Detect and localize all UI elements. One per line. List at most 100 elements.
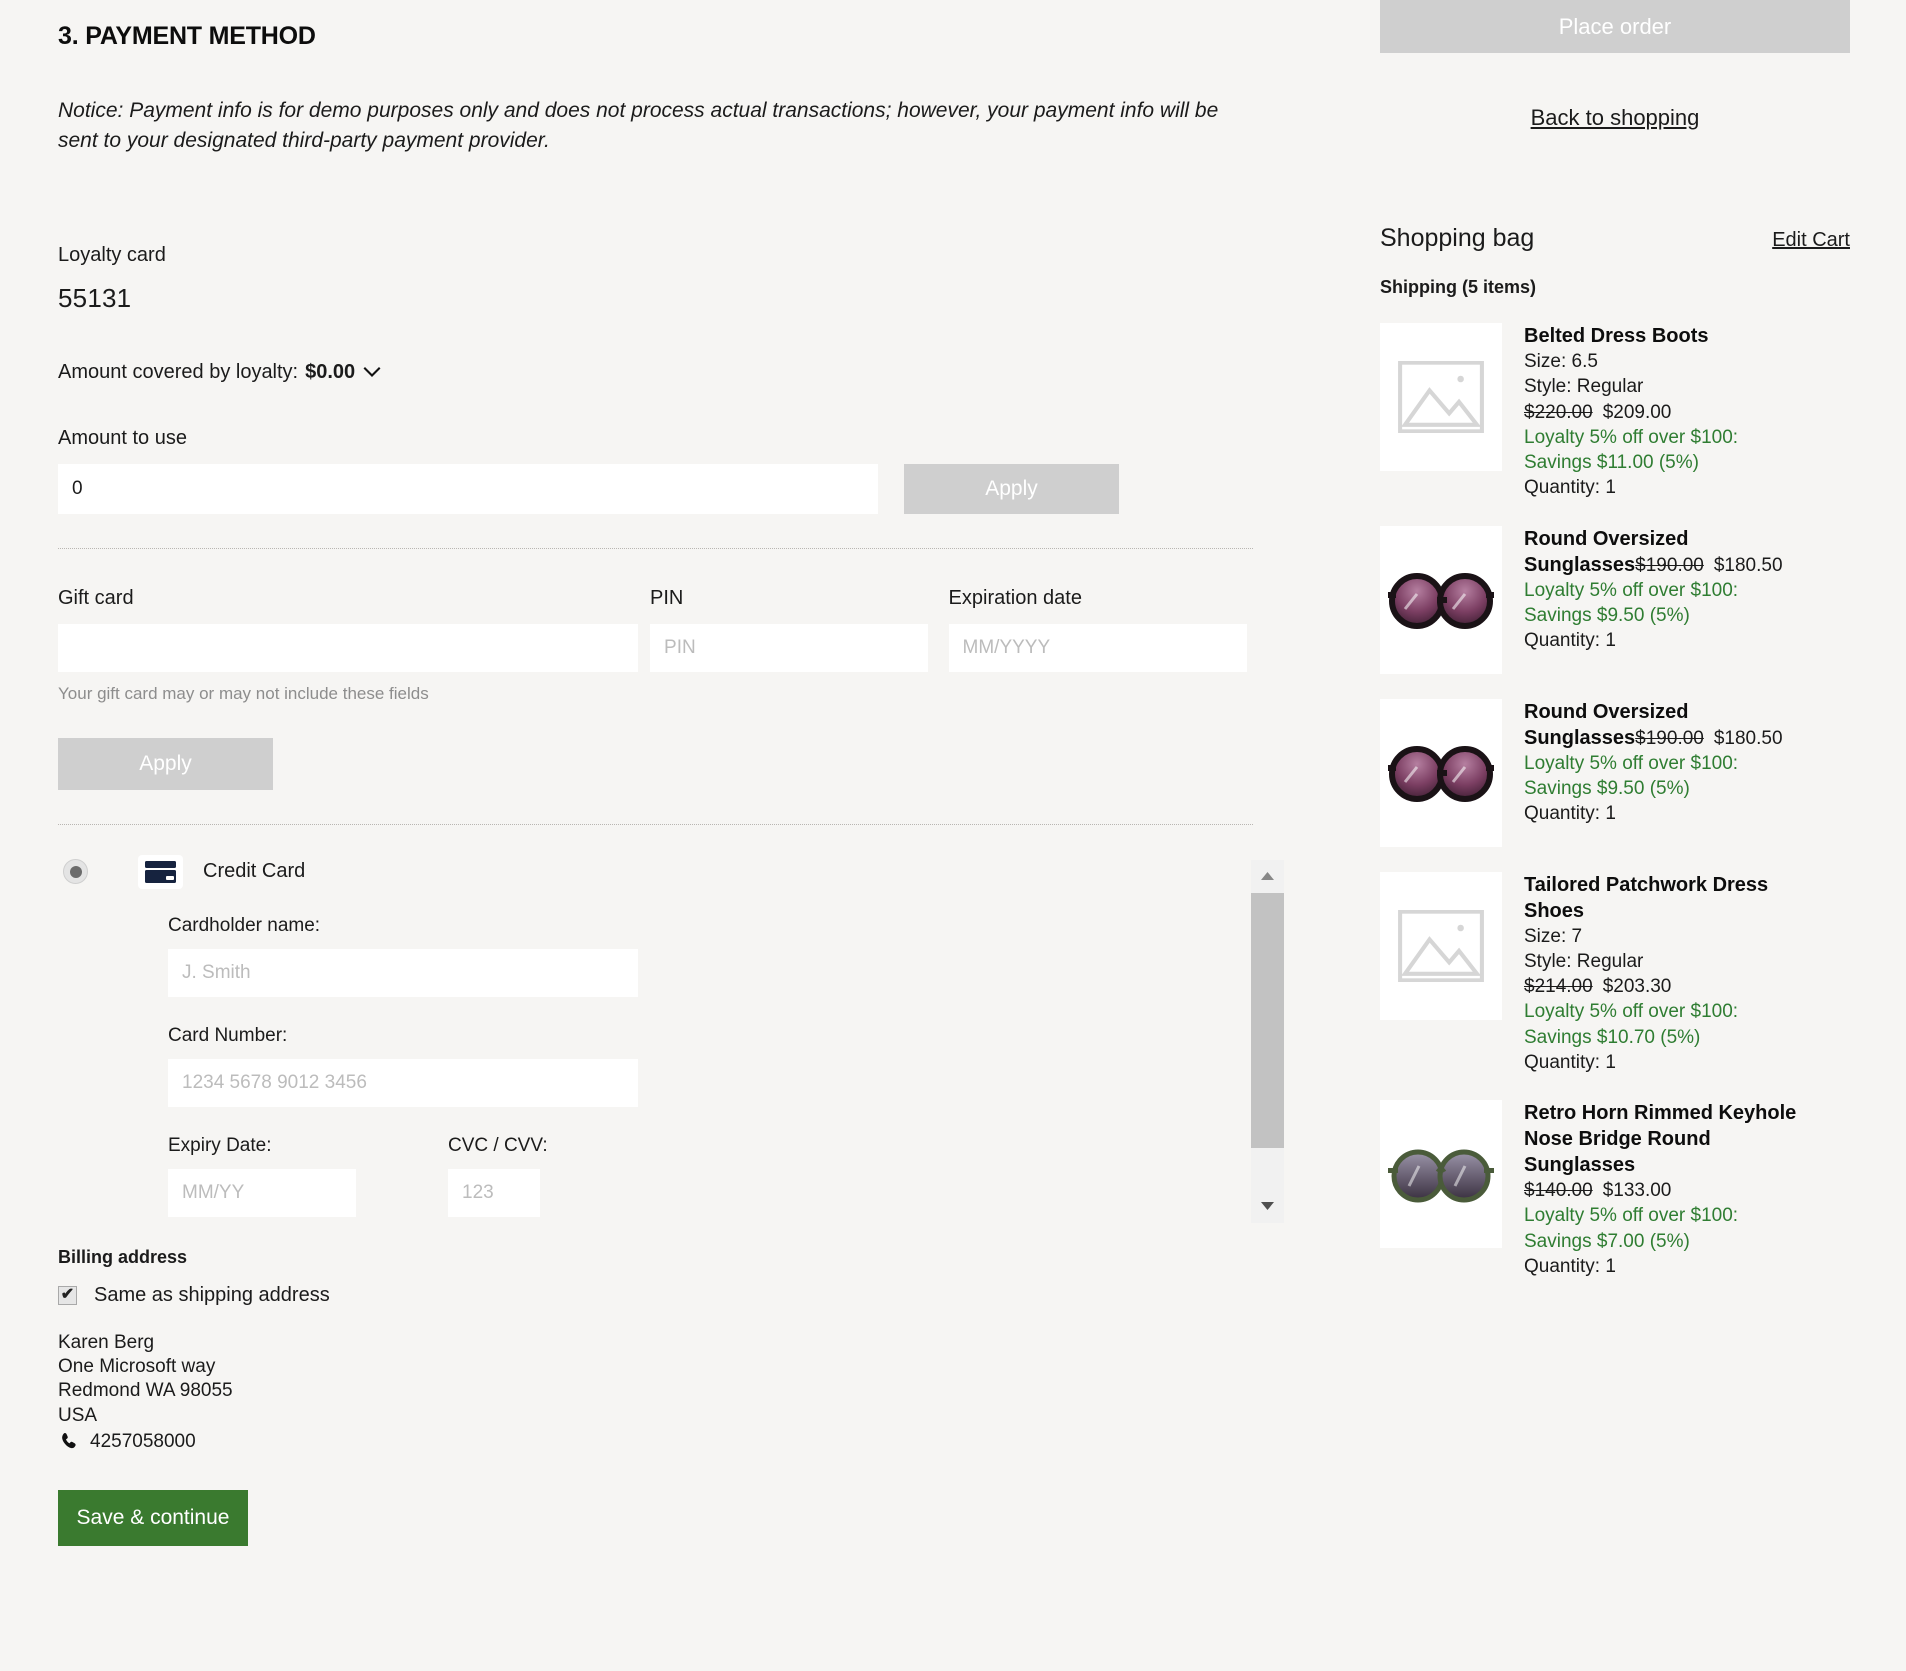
cart-item-savings: Savings $10.70 (5%) bbox=[1524, 1025, 1824, 1050]
cart-item-quantity: Quantity: 1 bbox=[1524, 801, 1824, 826]
back-to-shopping-link[interactable]: Back to shopping bbox=[1380, 105, 1850, 131]
scrollbar-thumb[interactable] bbox=[1251, 893, 1284, 1148]
cart-item-savings: Savings $9.50 (5%) bbox=[1524, 603, 1824, 628]
cart-item-details: Round Oversized Sunglasses$190.00$180.50… bbox=[1524, 699, 1824, 847]
cart-item: Tailored Patchwork Dress ShoesSize: 7Sty… bbox=[1380, 872, 1850, 1076]
credit-card-form: Cardholder name: Card Number: Expiry Dat… bbox=[168, 915, 1253, 1217]
pin-input[interactable] bbox=[650, 624, 928, 672]
cvc-input[interactable] bbox=[448, 1169, 540, 1217]
loyalty-card-label: Loyalty card bbox=[58, 244, 1252, 267]
gift-card-column: Gift card Your gift card may or may not … bbox=[58, 587, 650, 704]
cart-item-attributes: Size: 6.5Style: Regular $220.00 $209.00Loy… bbox=[1524, 349, 1824, 501]
apply-gift-card-button[interactable]: Apply bbox=[58, 738, 273, 790]
order-summary-sidebar: Place order Back to shopping Shopping ba… bbox=[1380, 0, 1850, 1279]
cardholder-name-label: Cardholder name: bbox=[168, 915, 1253, 937]
cart-item-size: Size: 6.5 bbox=[1524, 349, 1824, 374]
credit-card-icon bbox=[138, 855, 183, 889]
cvc-column: CVC / CVV: bbox=[448, 1135, 648, 1217]
shopping-bag-header: Shopping bag Edit Cart bbox=[1380, 224, 1850, 253]
billing-phone-row: 4257058000 bbox=[58, 1430, 1252, 1454]
cart-item-name: Tailored Patchwork Dress Shoes bbox=[1524, 874, 1768, 922]
cart-item-quantity: Quantity: 1 bbox=[1524, 1050, 1824, 1075]
cart-item-price-row: $214.00$203.30 bbox=[1524, 974, 1824, 999]
divider-loyalty-giftcard bbox=[58, 548, 1253, 549]
expiration-date-label: Expiration date bbox=[949, 587, 1252, 610]
shopping-bag-title: Shopping bag bbox=[1380, 224, 1534, 253]
card-number-input[interactable] bbox=[168, 1059, 638, 1107]
card-number-label: Card Number: bbox=[168, 1025, 1253, 1047]
pin-label: PIN bbox=[650, 587, 949, 610]
loyalty-card-number: 55131 bbox=[58, 283, 1252, 314]
cart-item: Round Oversized Sunglasses$190.00$180.50… bbox=[1380, 526, 1850, 674]
cart-item-loyalty-offer: Loyalty 5% off over $100: bbox=[1524, 751, 1824, 776]
cart-item-price-old: $190.00$180.50 bbox=[1635, 555, 1782, 576]
radio-dot-icon bbox=[70, 866, 82, 878]
chevron-down-icon[interactable] bbox=[362, 362, 382, 382]
cart-item-loyalty-offer: Loyalty 5% off over $100: bbox=[1524, 999, 1824, 1024]
cart-item-price-old: $190.00$180.50 bbox=[1635, 728, 1782, 749]
divider-giftcard-payment bbox=[58, 824, 1253, 825]
scroll-up-arrow-icon[interactable] bbox=[1251, 860, 1284, 893]
check-icon: ✔ bbox=[61, 1287, 74, 1303]
cart-item-attributes: $140.00$133.00Loyalty 5% off over $100:S… bbox=[1524, 1178, 1824, 1279]
cart-item-details: Tailored Patchwork Dress ShoesSize: 7Sty… bbox=[1524, 872, 1824, 1076]
same-as-shipping-checkbox[interactable]: ✔ bbox=[58, 1286, 77, 1305]
expiry-date-label: Expiry Date: bbox=[168, 1135, 448, 1157]
sunglasses-icon bbox=[1387, 564, 1495, 636]
cart-item-price-new: $180.50 bbox=[1714, 728, 1783, 749]
apply-loyalty-button[interactable]: Apply bbox=[904, 464, 1119, 514]
cvc-label: CVC / CVV: bbox=[448, 1135, 648, 1157]
cart-item-thumbnail bbox=[1380, 323, 1502, 471]
billing-country: USA bbox=[58, 1404, 1252, 1428]
cart-item-attributes: Size: 7Style: Regular$214.00$203.30Loyal… bbox=[1524, 924, 1824, 1076]
loyalty-covered-row[interactable]: Amount covered by loyalty: $0.00 bbox=[58, 361, 1252, 384]
cart-item-details: Round Oversized Sunglasses$190.00$180.50… bbox=[1524, 526, 1824, 674]
place-order-button[interactable]: Place order bbox=[1380, 0, 1850, 53]
cart-item-price-new: $209.00 bbox=[1603, 402, 1672, 423]
billing-address-heading: Billing address bbox=[58, 1247, 1252, 1268]
gift-card-block: Gift card Your gift card may or may not … bbox=[58, 587, 1252, 704]
payment-panel-scrollbar[interactable] bbox=[1251, 860, 1284, 1223]
expiration-column: Expiration date bbox=[949, 587, 1252, 704]
cart-item-savings: Savings $7.00 (5%) bbox=[1524, 1229, 1824, 1254]
billing-name: Karen Berg bbox=[58, 1331, 1252, 1355]
amount-to-use-row: Apply bbox=[58, 450, 1252, 514]
image-placeholder-icon bbox=[1387, 361, 1495, 433]
cart-item-price-old: $220.00 bbox=[1524, 402, 1593, 423]
cart-item-thumbnail bbox=[1380, 526, 1502, 674]
amount-to-use-input[interactable] bbox=[58, 464, 878, 514]
cart-item-name: Retro Horn Rimmed Keyhole Nose Bridge Ro… bbox=[1524, 1102, 1796, 1176]
loyalty-card-block: Loyalty card 55131 Amount covered by loy… bbox=[58, 244, 1252, 514]
expiry-column: Expiry Date: bbox=[168, 1135, 448, 1217]
cardholder-name-input[interactable] bbox=[168, 949, 638, 997]
scroll-down-arrow-icon[interactable] bbox=[1251, 1190, 1284, 1223]
save-and-continue-button[interactable]: Save & continue bbox=[58, 1490, 248, 1546]
sunglasses-icon bbox=[1387, 1138, 1495, 1210]
same-as-shipping-label: Same as shipping address bbox=[94, 1284, 330, 1307]
phone-icon bbox=[58, 1432, 78, 1452]
cart-item-price-old: $214.00 bbox=[1524, 976, 1593, 997]
checkout-page: 3. PAYMENT METHOD Notice: Payment info i… bbox=[0, 0, 1906, 1671]
credit-card-option-label: Credit Card bbox=[203, 860, 305, 883]
payment-notice: Notice: Payment info is for demo purpose… bbox=[58, 96, 1248, 156]
credit-card-option-row[interactable]: Credit Card bbox=[58, 855, 1253, 889]
expiration-date-input[interactable] bbox=[949, 624, 1247, 672]
page-title: 3. PAYMENT METHOD bbox=[58, 22, 1252, 51]
billing-city-state-zip: Redmond WA 98055 bbox=[58, 1379, 1252, 1403]
credit-card-radio[interactable] bbox=[63, 859, 88, 884]
same-as-shipping-row[interactable]: ✔ Same as shipping address bbox=[58, 1284, 1252, 1307]
cart-item-loyalty-offer: Loyalty 5% off over $100: bbox=[1524, 425, 1824, 450]
amount-to-use-label: Amount to use bbox=[58, 427, 1252, 450]
cart-item-price-old: $140.00 bbox=[1524, 1180, 1593, 1201]
cart-item-attributes: Loyalty 5% off over $100:Savings $9.50 (… bbox=[1524, 751, 1824, 827]
cart-item-style: Style: Regular bbox=[1524, 374, 1824, 399]
cart-item-quantity: Quantity: 1 bbox=[1524, 1254, 1824, 1279]
gift-card-input[interactable] bbox=[58, 624, 638, 672]
cart-item-name: Belted Dress Boots bbox=[1524, 325, 1709, 347]
edit-cart-link[interactable]: Edit Cart bbox=[1772, 229, 1850, 252]
expiry-date-input[interactable] bbox=[168, 1169, 356, 1217]
cart-item-quantity: Quantity: 1 bbox=[1524, 628, 1824, 653]
cart-item-thumbnail bbox=[1380, 1100, 1502, 1248]
cart-item: Belted Dress BootsSize: 6.5Style: Regula… bbox=[1380, 323, 1850, 501]
sunglasses-icon bbox=[1387, 737, 1495, 809]
